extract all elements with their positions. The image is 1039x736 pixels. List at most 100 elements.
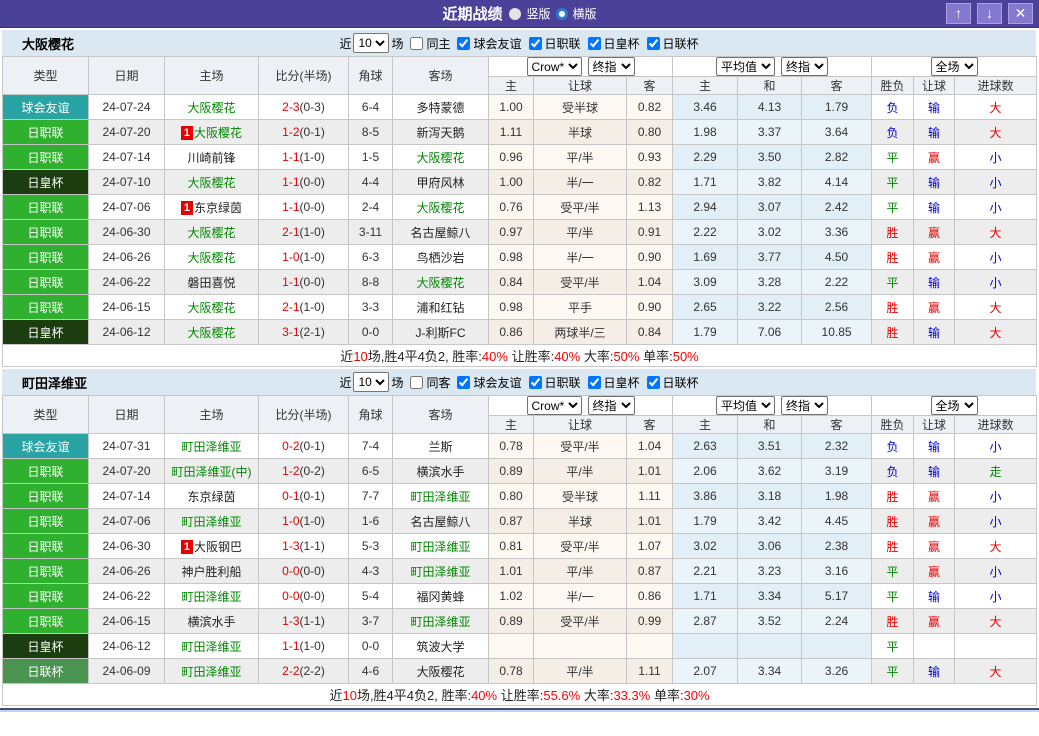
league-checkbox-emperor[interactable]	[587, 36, 601, 50]
home-team: 町田泽维亚(中)	[164, 458, 259, 484]
average-select[interactable]: 平均值	[716, 396, 776, 415]
handicap-result	[913, 633, 956, 659]
away-team-name: 名古屋鲸八	[410, 225, 471, 240]
away-team-name: 福冈黄蜂	[416, 589, 465, 604]
summary-stat-label: 场,胜4平4负2, 胜率:	[367, 349, 482, 364]
summary-stat-label: 单率:	[639, 349, 673, 364]
avg-away-odds: 1.98	[801, 483, 873, 509]
competition-type-badge: 日职联	[2, 119, 89, 145]
competition-type-badge: 日职联	[2, 508, 89, 534]
odds-home: 0.86	[488, 319, 534, 345]
away-team: 大阪樱花	[392, 269, 489, 295]
fulltime-select[interactable]: 全场	[930, 396, 978, 415]
corner-count: 3-11	[348, 219, 393, 245]
fulltime-score: 1-2	[282, 464, 300, 478]
home-team-name: 川崎前锋	[187, 150, 236, 165]
odds-away: 0.82	[625, 169, 674, 195]
vertical-layout-label[interactable]: 竖版	[526, 5, 550, 22]
home-team: 神户胜利船	[164, 558, 259, 584]
summary-stat-label: 场,胜4平4负2, 胜率:	[356, 688, 472, 703]
avg-home-odds: 2.63	[672, 433, 739, 459]
goals-result: 大	[954, 219, 1038, 245]
avg-draw-odds: 3.42	[737, 508, 803, 534]
column-header: 客场	[392, 395, 489, 434]
summary-stat-value: 40%	[554, 349, 581, 364]
league-checkbox-lcup[interactable]	[646, 375, 660, 389]
avg-draw-odds: 3.82	[737, 169, 803, 195]
matches-table-container-1: 类型 日期 主场 比分(半场) 角球 客场 Crow* 终指 平均值 终指 全场主让球客主和客胜负让…	[0, 56, 1039, 367]
rank-1-badge: 1	[180, 539, 193, 554]
handicap-result: 输	[913, 583, 956, 609]
home-team-name: 大阪樱花	[187, 325, 236, 340]
winloss-result: 负	[871, 94, 915, 120]
corner-count: 6-5	[348, 458, 393, 484]
odds-away: 0.90	[625, 244, 674, 270]
league-checkbox-friendly[interactable]	[457, 375, 471, 389]
average-select[interactable]: 平均值	[716, 57, 776, 76]
league-label-emperor: 日皇杯	[603, 375, 640, 390]
fulltime-select[interactable]: 全场	[930, 57, 978, 76]
home-team-name: 大阪樱花	[187, 175, 236, 190]
home-team-name: 东京绿茵	[187, 489, 236, 504]
odds-handicap: 受平/半	[533, 608, 627, 634]
sub-column-header: 主	[672, 76, 739, 95]
goals-result: 大	[954, 294, 1038, 320]
average-time-select[interactable]: 终指	[781, 396, 829, 415]
summary-stat-value: 10	[342, 688, 357, 703]
league-checkbox-lcup[interactable]	[646, 36, 660, 50]
move-up-button[interactable]: ↑	[946, 3, 971, 24]
match-score: 1-0(1-0)	[258, 508, 349, 534]
same-venue-checkbox[interactable]	[410, 375, 424, 389]
avg-home-odds: 2.07	[672, 658, 739, 684]
avg-away-odds: 2.56	[801, 294, 873, 320]
winloss-result: 平	[871, 558, 915, 584]
odds-handicap: 平手	[533, 294, 627, 320]
handicap-result: 赢	[913, 483, 956, 509]
vertical-layout-radio[interactable]	[509, 7, 522, 20]
match-date: 24-06-12	[88, 633, 165, 659]
match-score: 1-2(0-2)	[258, 458, 349, 484]
move-down-button[interactable]: ↓	[977, 3, 1002, 24]
league-checkbox-jleague[interactable]	[528, 36, 542, 50]
odds-away: 0.86	[625, 583, 674, 609]
match-date: 24-07-31	[88, 433, 165, 459]
league-checkbox-jleague[interactable]	[528, 375, 542, 389]
avg-home-odds: 2.21	[672, 558, 739, 584]
handicap-result: 赢	[913, 219, 956, 245]
league-checkbox-emperor[interactable]	[587, 375, 601, 389]
match-score: 1-1(0-0)	[258, 194, 349, 220]
odds-handicap: 受平/半	[533, 433, 627, 459]
odds-handicap: 半/一	[533, 244, 627, 270]
match-score: 2-2(2-2)	[258, 658, 349, 684]
home-team-name: 町田泽维亚(中)	[171, 464, 252, 479]
odds-handicap: 平/半	[533, 144, 627, 170]
recent-count-select[interactable]: 10	[353, 33, 390, 53]
odds-time-select[interactable]: 终指	[587, 57, 635, 76]
horizontal-layout-label[interactable]: 横版	[573, 5, 597, 22]
average-time-select[interactable]: 终指	[781, 57, 829, 76]
league-checkbox-friendly[interactable]	[457, 36, 471, 50]
halftime-score: (0-0)	[299, 564, 325, 578]
horizontal-layout-radio[interactable]	[555, 7, 568, 20]
odds-away: 1.01	[625, 508, 674, 534]
same-venue-checkbox[interactable]	[410, 36, 424, 50]
bookmaker-select[interactable]: Crow*	[526, 57, 582, 76]
league-label-friendly: 球会友谊	[473, 375, 522, 390]
match-row: 日职联 24-06-22 磐田喜悦 1-1(0-0) 8-8 大阪樱花 0.84 受平/半 1.…	[2, 269, 1038, 295]
match-date: 24-06-26	[88, 558, 165, 584]
bookmaker-select[interactable]: Crow*	[526, 396, 582, 415]
home-team: 町田泽维亚	[164, 433, 259, 459]
fulltime-score: 1-3	[282, 614, 300, 628]
fulltime-score: 2-2	[282, 664, 300, 678]
odds-home: 0.76	[488, 194, 534, 220]
match-date: 24-06-22	[88, 583, 165, 609]
recent-count-select[interactable]: 10	[353, 372, 390, 392]
filter-near-label: 近	[339, 36, 352, 51]
corner-count: 5-3	[348, 533, 393, 559]
odds-time-select[interactable]: 终指	[587, 396, 635, 415]
away-team-name: 町田泽维亚	[410, 564, 471, 579]
close-button[interactable]: ✕	[1008, 3, 1033, 24]
same-venue-label: 同主	[426, 36, 451, 51]
away-team: 町田泽维亚	[392, 608, 489, 634]
corner-count: 1-6	[348, 508, 393, 534]
